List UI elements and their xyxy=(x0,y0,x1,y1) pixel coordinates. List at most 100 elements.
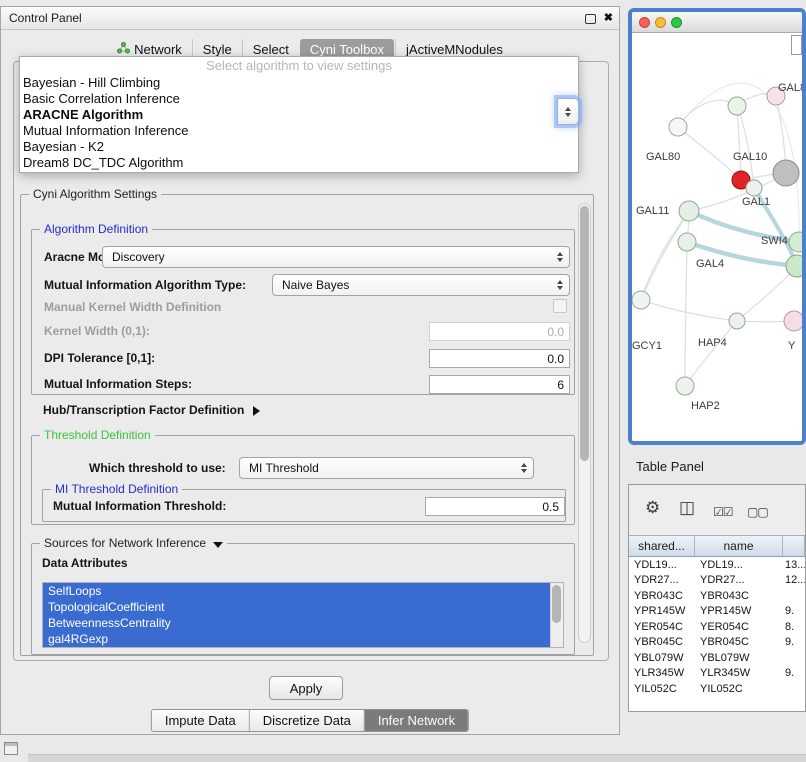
traffic-light-zoom-icon[interactable] xyxy=(671,17,682,28)
mi-steps-field[interactable]: 6 xyxy=(429,375,570,394)
select-none-icon[interactable]: ▢▢ xyxy=(747,502,768,522)
network-canvas[interactable]: GAL8GAL80GAL10GAL11GAL1SWI4GAL4GCY1HAP4Y… xyxy=(632,33,802,442)
tab-infer-network[interactable]: Infer Network xyxy=(364,710,468,731)
aracne-mode-select[interactable]: Discovery xyxy=(102,246,570,268)
table-cell: 12... xyxy=(783,574,805,586)
mi-algorithm-type-select[interactable]: Naive Bayes xyxy=(272,274,570,296)
table-cell: YBR045C xyxy=(629,636,695,648)
network-tab-icon xyxy=(117,42,130,57)
network-node[interactable] xyxy=(678,233,696,251)
network-node[interactable] xyxy=(746,180,762,196)
table-cell: YLR345W xyxy=(695,667,783,679)
sources-title[interactable]: Sources for Network Inference xyxy=(40,536,227,551)
network-node[interactable] xyxy=(773,160,799,186)
overview-box[interactable] xyxy=(791,35,802,55)
scrollbar-thumb[interactable] xyxy=(580,206,589,461)
threshold-definition-title: Threshold Definition xyxy=(40,428,155,443)
network-node[interactable] xyxy=(729,313,745,329)
network-edge xyxy=(685,321,737,386)
network-node[interactable] xyxy=(632,291,650,309)
tab-label: jActiveMNodules xyxy=(406,42,503,57)
mi-steps-label: Mutual Information Steps: xyxy=(44,377,192,391)
tab-impute-data[interactable]: Impute Data xyxy=(152,710,249,731)
dpi-tolerance-field[interactable]: 0.0 xyxy=(429,349,570,368)
table-cell: 9. xyxy=(783,667,805,679)
network-node[interactable] xyxy=(786,255,802,277)
network-node[interactable] xyxy=(679,201,699,221)
algorithm-popup-list: Bayesian - Hill ClimbingBasic Correlatio… xyxy=(20,75,578,171)
table-row[interactable]: YDL19...YDL19...13... xyxy=(629,557,805,573)
which-threshold-select[interactable]: MI Threshold xyxy=(239,457,534,479)
cyni-algorithm-settings-group: Cyni Algorithm Settings Algorithm Defini… xyxy=(20,194,594,656)
table-row[interactable]: YIL052CYIL052C xyxy=(629,681,805,697)
network-node[interactable] xyxy=(669,118,687,136)
hub-section-label: Hub/Transcription Factor Definition xyxy=(43,403,244,417)
table-row[interactable]: YDR27...YDR27...12... xyxy=(629,573,805,589)
docked-panel-icon[interactable] xyxy=(4,742,18,755)
table-cell: YDL19... xyxy=(629,559,695,571)
data-attribute-item[interactable]: TopologicalCoefficient xyxy=(43,599,550,615)
algorithm-option[interactable]: ARACNE Algorithm xyxy=(20,107,578,123)
float-window-icon[interactable] xyxy=(585,14,596,24)
table-cell: 13... xyxy=(783,559,805,571)
network-node[interactable] xyxy=(784,311,802,331)
network-window[interactable]: GAL8GAL80GAL10GAL11GAL1SWI4GAL4GCY1HAP4Y… xyxy=(628,8,806,445)
apply-button[interactable]: Apply xyxy=(269,676,343,700)
algorithm-option[interactable]: Basic Correlation Inference xyxy=(20,91,578,107)
table-cell: YER054C xyxy=(695,621,783,633)
stepper-down-icon xyxy=(565,113,571,117)
table-cell: YPR145W xyxy=(695,605,783,617)
table-row[interactable]: YBR045CYBR045C9. xyxy=(629,635,805,651)
settings-scrollbar[interactable] xyxy=(578,203,591,643)
bottom-tab-bar: Impute Data Discretize Data Infer Networ… xyxy=(151,709,469,732)
columns-icon[interactable]: ◫ xyxy=(679,498,695,518)
column-header-extra[interactable] xyxy=(783,536,805,556)
control-panel-titlebar[interactable]: Control Panel ✖ xyxy=(1,7,619,30)
algorithm-option[interactable]: Bayesian - Hill Climbing xyxy=(20,75,578,91)
algorithm-option[interactable]: Bayesian - K2 xyxy=(20,139,578,155)
table-row[interactable]: YBR043CYBR043C xyxy=(629,588,805,604)
tab-label: Cyni Toolbox xyxy=(310,42,384,57)
table-cell: YBL079W xyxy=(695,652,783,664)
table-panel-title: Table Panel xyxy=(636,459,704,474)
table-row[interactable]: YER054CYER054C8. xyxy=(629,619,805,635)
popup-placeholder: Select algorithm to view settings xyxy=(20,57,578,75)
data-attribute-item[interactable]: SelfLoops xyxy=(43,583,550,599)
traffic-light-close-icon[interactable] xyxy=(639,17,650,28)
mi-threshold-field[interactable]: 0.5 xyxy=(425,497,565,516)
sources-group: Sources for Network Inference Data Attri… xyxy=(31,543,575,655)
column-header-shared-name[interactable]: shared... xyxy=(629,536,695,556)
table-cell: YDR27... xyxy=(629,574,695,586)
traffic-light-minimize-icon[interactable] xyxy=(655,17,666,28)
node-label: GAL80 xyxy=(646,151,680,163)
column-header-name[interactable]: name xyxy=(695,536,783,556)
algorithm-option[interactable]: Dream8 DC_TDC Algorithm xyxy=(20,155,578,171)
stepper-icon xyxy=(551,247,569,267)
table-body: YDL19...YDL19...13...YDR27...YDR27...12.… xyxy=(629,557,805,697)
network-window-titlebar[interactable] xyxy=(632,12,802,33)
manual-kernel-width-checkbox[interactable] xyxy=(553,299,567,313)
hub-section-toggle[interactable]: Hub/Transcription Factor Definition xyxy=(43,403,260,417)
scrollbar-thumb[interactable] xyxy=(552,585,561,623)
close-icon[interactable]: ✖ xyxy=(604,11,613,24)
network-node[interactable] xyxy=(676,377,694,395)
table-row[interactable]: YPR145WYPR145W9. xyxy=(629,604,805,620)
group-title: Cyni Algorithm Settings xyxy=(29,187,161,202)
data-attributes-list[interactable]: SelfLoopsTopologicalCoefficientBetweenne… xyxy=(42,582,564,648)
data-attribute-item[interactable]: BetweennessCentrality xyxy=(43,615,550,631)
node-label: GAL4 xyxy=(696,258,724,270)
algorithm-definition-group: Algorithm Definition Aracne Mode: Discov… xyxy=(31,229,575,395)
table-row[interactable]: YBL079WYBL079W xyxy=(629,650,805,666)
table-panel-window: ⚙ ◫ ☑☑ ▢▢ shared... name YDL19...YDL19..… xyxy=(628,484,806,712)
network-node[interactable] xyxy=(728,97,746,115)
table-row[interactable]: YLR345WYLR345W9. xyxy=(629,666,805,682)
attributes-scrollbar[interactable] xyxy=(550,583,563,647)
kernel-width-field[interactable]: 0.0 xyxy=(429,322,570,341)
mi-threshold-label: Mutual Information Threshold: xyxy=(53,499,226,513)
tab-discretize-data[interactable]: Discretize Data xyxy=(249,710,364,731)
algorithm-option[interactable]: Mutual Information Inference xyxy=(20,123,578,139)
data-attribute-item[interactable]: gal4RGexp xyxy=(43,631,550,647)
algorithm-combo-focus[interactable] xyxy=(557,98,579,125)
select-all-icon[interactable]: ☑☑ xyxy=(713,502,733,522)
gear-icon[interactable]: ⚙ xyxy=(645,498,660,518)
